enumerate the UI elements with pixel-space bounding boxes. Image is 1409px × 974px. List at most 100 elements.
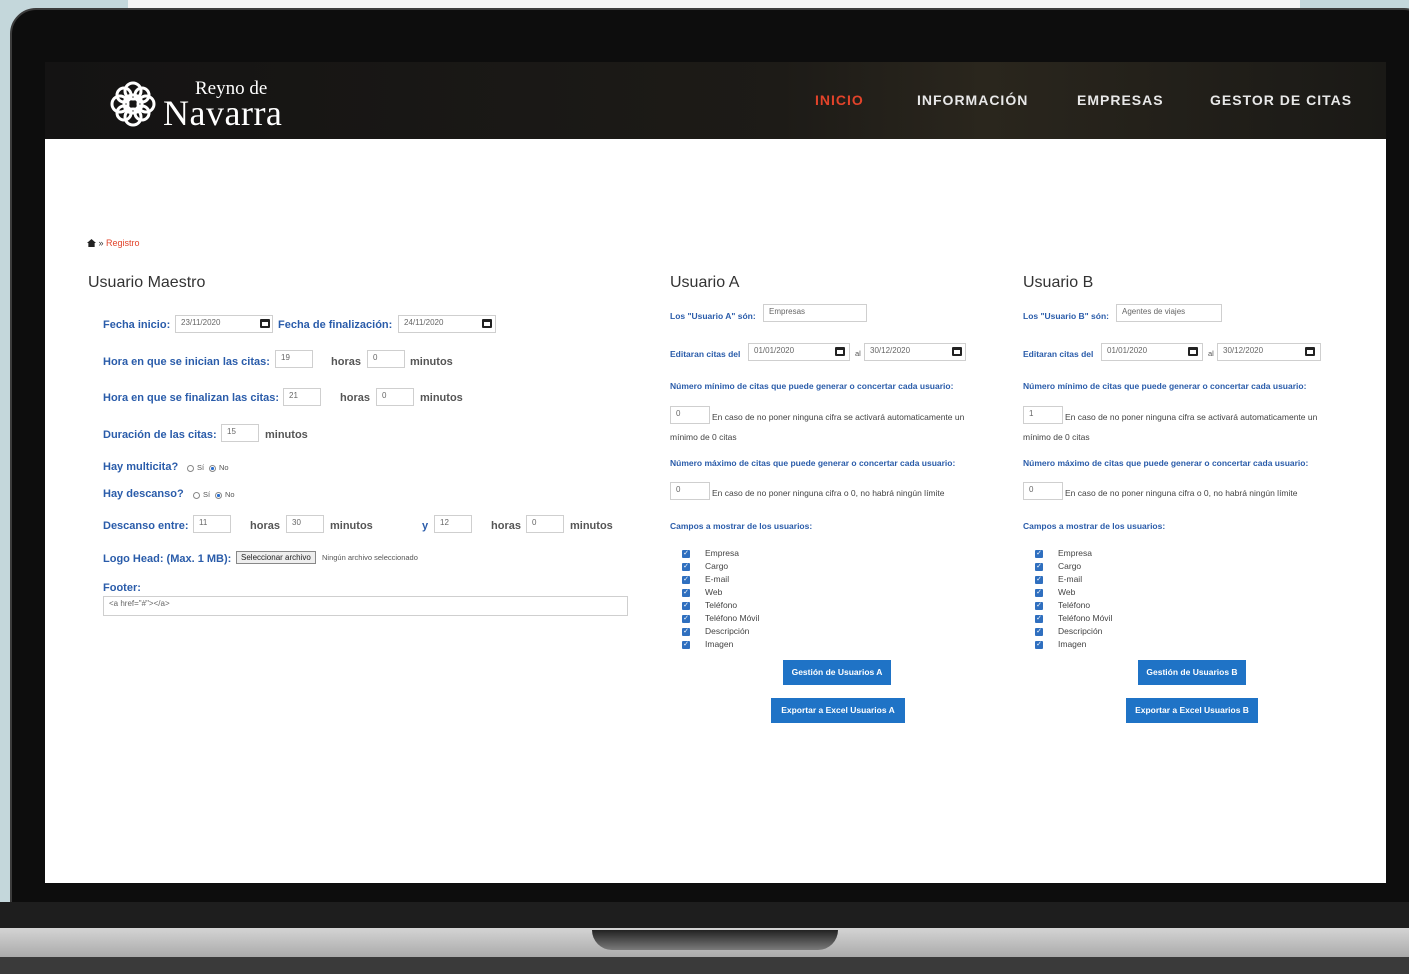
usuario-b-editaran-label: Editaran citas del xyxy=(1023,349,1094,359)
calendar-icon[interactable] xyxy=(1305,347,1315,356)
file-status: Ningún archivo seleccionado xyxy=(322,553,418,562)
logo-emblem-icon xyxy=(110,81,156,127)
checkbox-label: Teléfono xyxy=(1058,600,1091,610)
checkbox[interactable]: ✓ xyxy=(1035,550,1043,558)
checkbox[interactable]: ✓ xyxy=(682,641,690,649)
minutos-label: minutos xyxy=(265,429,308,441)
checkbox-label: Imagen xyxy=(705,639,734,649)
checkbox-label: Teléfono Móvil xyxy=(1058,613,1113,623)
footer-label: Footer: xyxy=(103,582,141,594)
calendar-icon[interactable] xyxy=(1188,347,1198,356)
hora-inicio-minutos-input[interactable]: 0 xyxy=(367,350,405,368)
home-icon[interactable] xyxy=(87,239,96,247)
usuario-b-max-note: En caso de no poner ninguna cifra o 0, n… xyxy=(1065,488,1298,498)
multicita-label: Hay multicita? xyxy=(103,461,179,473)
hora-inicio-horas-input[interactable]: 19 xyxy=(275,350,313,368)
logo[interactable]: Reyno de Navarra xyxy=(109,78,309,133)
section-title-usuario-b: Usuario B xyxy=(1023,274,1094,291)
duracion-input[interactable]: 15 xyxy=(221,424,259,442)
screen: Reyno de Navarra INICIO INFORMACIÓN EMPR… xyxy=(45,62,1386,883)
descanso-no-radio[interactable] xyxy=(215,492,222,499)
calendar-icon[interactable] xyxy=(260,319,270,328)
usuario-a-campos-label: Campos a mostrar de los usuarios: xyxy=(670,521,813,531)
usuario-b-son-input[interactable]: Agentes de viajes xyxy=(1116,304,1222,322)
seleccionar-archivo-button[interactable]: Seleccionar archivo xyxy=(236,551,316,564)
hora-fin-minutos-input[interactable]: 0 xyxy=(376,388,414,406)
horas-label: horas xyxy=(491,520,521,532)
gestion-usuarios-b-button[interactable]: Gestión de Usuarios B xyxy=(1138,660,1246,685)
si-label: Sí xyxy=(197,463,205,472)
checkbox-label: Imagen xyxy=(1058,639,1087,649)
checkbox[interactable]: ✓ xyxy=(1035,563,1043,571)
descanso-si-radio[interactable] xyxy=(193,492,200,499)
nav-item-informacion[interactable]: INFORMACIÓN xyxy=(917,92,1028,108)
checkbox-label: Descripción xyxy=(1058,626,1103,636)
breadcrumb: » Registro xyxy=(87,238,140,248)
laptop-bezel-bottom xyxy=(0,902,1409,930)
descanso-hasta-horas-input[interactable]: 12 xyxy=(434,515,472,533)
usuario-b-min-note-2: mínimo de 0 citas xyxy=(1023,432,1090,442)
checkbox[interactable]: ✓ xyxy=(682,628,690,636)
checkbox-label: Teléfono Móvil xyxy=(705,613,760,623)
usuario-a-editaran-label: Editaran citas del xyxy=(670,349,741,359)
fecha-inicio-input[interactable]: 23/11/2020 xyxy=(175,315,273,333)
checkbox[interactable]: ✓ xyxy=(682,602,690,610)
descanso-label: Hay descanso? xyxy=(103,488,184,500)
multicita-no-radio[interactable] xyxy=(209,465,216,472)
checkbox[interactable]: ✓ xyxy=(1035,602,1043,610)
checkbox-label: Descripción xyxy=(705,626,750,636)
usuario-a-min-input[interactable]: 0 xyxy=(670,406,710,424)
descanso-desde-horas-input[interactable]: 11 xyxy=(193,515,231,533)
top-navbar: Reyno de Navarra INICIO INFORMACIÓN EMPR… xyxy=(45,62,1386,139)
checkbox[interactable]: ✓ xyxy=(682,615,690,623)
descanso-desde-minutos-input[interactable]: 30 xyxy=(286,515,324,533)
usuario-a-son-input[interactable]: Empresas xyxy=(763,304,867,322)
exportar-excel-b-button[interactable]: Exportar a Excel Usuarios B xyxy=(1126,698,1258,723)
usuario-b-max-input[interactable]: 0 xyxy=(1023,482,1063,500)
exportar-excel-a-button[interactable]: Exportar a Excel Usuarios A xyxy=(771,698,905,723)
checkbox-label: Empresa xyxy=(1058,548,1093,558)
checkbox[interactable]: ✓ xyxy=(682,550,690,558)
calendar-icon[interactable] xyxy=(952,347,962,356)
checkbox[interactable]: ✓ xyxy=(682,576,690,584)
horas-label: horas xyxy=(340,392,370,404)
checkbox[interactable]: ✓ xyxy=(1035,576,1043,584)
laptop-base-shadow xyxy=(0,957,1409,974)
nav-item-empresas[interactable]: EMPRESAS xyxy=(1077,92,1164,108)
usuario-b-min-note: En caso de no poner ninguna cifra se act… xyxy=(1065,412,1318,422)
checkbox[interactable]: ✓ xyxy=(1035,628,1043,636)
gestion-usuarios-a-button[interactable]: Gestión de Usuarios A xyxy=(783,660,891,685)
usuario-a-hasta-input[interactable]: 30/12/2020 xyxy=(864,343,966,361)
fecha-inicio-label: Fecha inicio: xyxy=(103,319,171,331)
duracion-label: Duración de las citas: xyxy=(103,429,217,441)
descanso-hasta-minutos-input[interactable]: 0 xyxy=(526,515,564,533)
al-label: al xyxy=(1208,349,1214,358)
usuario-a-max-input[interactable]: 0 xyxy=(670,482,710,500)
hora-fin-label: Hora en que se finalizan las citas: xyxy=(103,392,280,404)
footer-input[interactable]: <a href="#"></a> xyxy=(103,596,628,616)
calendar-icon[interactable] xyxy=(835,347,845,356)
calendar-icon[interactable] xyxy=(482,319,492,328)
hora-fin-horas-input[interactable]: 21 xyxy=(283,388,321,406)
logo-head-label: Logo Head: (Max. 1 MB): xyxy=(103,553,232,565)
multicita-si-radio[interactable] xyxy=(187,465,194,472)
checkbox-label: Cargo xyxy=(705,561,729,571)
usuario-a-min-note: En caso de no poner ninguna cifra se act… xyxy=(712,412,965,422)
usuario-b-son-label: Los "Usuario B" són: xyxy=(1023,311,1109,321)
minutos-label: minutos xyxy=(330,520,373,532)
checkbox-label: E-mail xyxy=(1058,574,1083,584)
logo-text-bottom: Navarra xyxy=(163,93,283,133)
minutos-label: minutos xyxy=(410,356,453,368)
checkbox[interactable]: ✓ xyxy=(1035,615,1043,623)
usuario-b-min-input[interactable]: 1 xyxy=(1023,406,1063,424)
checkbox[interactable]: ✓ xyxy=(682,563,690,571)
nav-item-gestor-de-citas[interactable]: GESTOR DE CITAS xyxy=(1210,92,1352,108)
nav-item-inicio[interactable]: INICIO xyxy=(815,92,864,108)
checkbox[interactable]: ✓ xyxy=(1035,641,1043,649)
checkbox[interactable]: ✓ xyxy=(682,589,690,597)
breadcrumb-current[interactable]: Registro xyxy=(106,238,140,248)
checkbox-label: Empresa xyxy=(705,548,740,558)
horas-label: horas xyxy=(331,356,361,368)
checkbox[interactable]: ✓ xyxy=(1035,589,1043,597)
horas-label: horas xyxy=(250,520,280,532)
